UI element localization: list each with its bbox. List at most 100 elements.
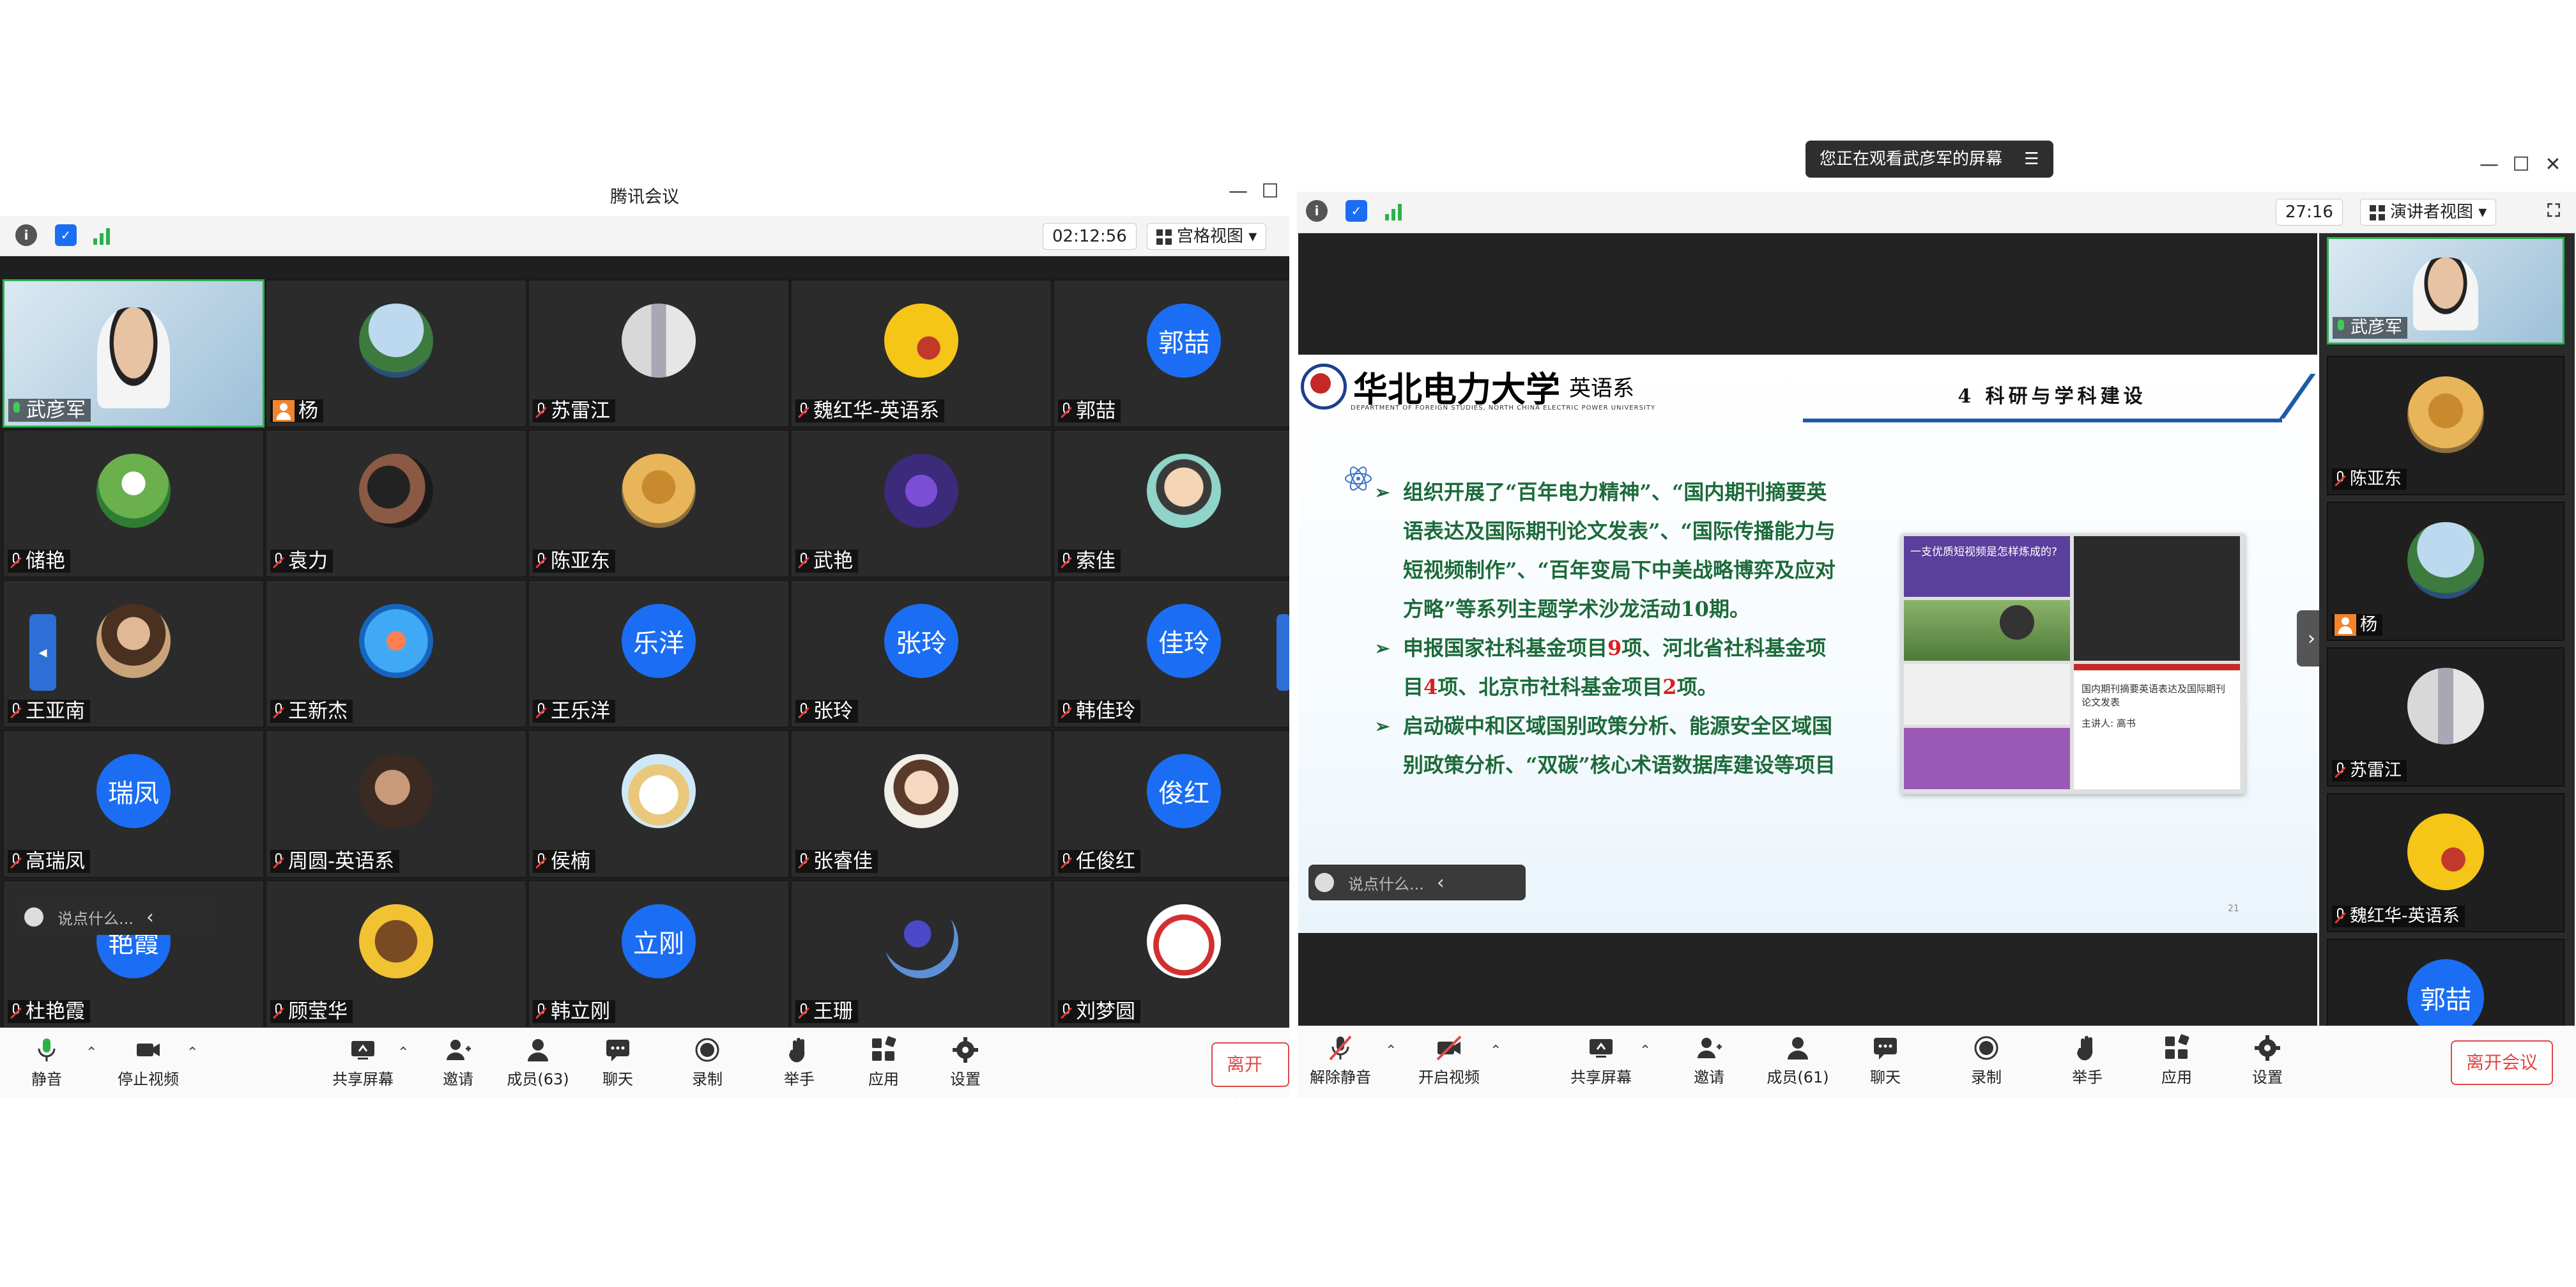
members-button[interactable]: 成员(63): [498, 1033, 578, 1089]
participant-tile[interactable]: 周圆-英语系: [265, 730, 527, 878]
invite-button[interactable]: 邀请: [423, 1033, 493, 1089]
settings-button[interactable]: 设置: [930, 1033, 1000, 1089]
participant-tile[interactable]: 苏雷江: [2327, 647, 2564, 787]
prev-page-button[interactable]: ◂: [29, 614, 56, 691]
microphone-muted-icon: [10, 1003, 22, 1020]
participant-tile[interactable]: 张睿佳: [790, 730, 1052, 878]
leave-meeting-button[interactable]: 离开会议: [2451, 1040, 2554, 1085]
button-label: 共享屏幕: [1570, 1068, 1632, 1086]
participant-name: 索佳: [1058, 550, 1121, 573]
participant-tile[interactable]: 王珊: [790, 880, 1052, 1028]
participant-tile[interactable]: 陈亚东: [2327, 356, 2564, 495]
participant-tile[interactable]: 袁力: [265, 429, 527, 578]
unmute-button[interactable]: 解除静音: [1301, 1031, 1380, 1087]
signal-icon[interactable]: [92, 224, 114, 246]
share-screen-button[interactable]: 共享屏幕: [1561, 1031, 1641, 1087]
participant-name: 高瑞凤: [8, 850, 90, 873]
start-video-button[interactable]: 开启视频: [1409, 1031, 1489, 1087]
close-icon[interactable]: ✕: [2540, 153, 2566, 176]
menu-icon[interactable]: ☰: [2024, 150, 2039, 169]
participant-name: 魏红华-英语系: [2332, 906, 2465, 927]
participant-tile[interactable]: 储艳: [3, 429, 264, 578]
chevron-up-icon[interactable]: ⌃: [1639, 1043, 1651, 1059]
window-title: 腾讯会议: [610, 187, 679, 207]
participant-tile[interactable]: 杨: [265, 279, 527, 428]
participant-tile[interactable]: 张玲 张玲: [790, 580, 1052, 728]
fullscreen-icon[interactable]: ⛶: [2543, 200, 2564, 222]
emoji-icon[interactable]: [24, 907, 43, 927]
chevron-left-icon[interactable]: ‹: [146, 906, 154, 929]
chevron-up-icon[interactable]: ⌃: [1385, 1043, 1397, 1059]
settings-button[interactable]: 设置: [2232, 1031, 2303, 1087]
apps-button[interactable]: 应用: [848, 1033, 919, 1089]
button-label: 邀请: [443, 1070, 473, 1088]
slide-bullet: 组织开展了“百年电力精神”、“国内期刊摘要英语表达及国际期刊论文发表”、“国际传…: [1375, 473, 1841, 629]
chevron-up-icon[interactable]: ⌃: [1490, 1043, 1501, 1059]
participant-tile[interactable]: 王新杰: [265, 580, 527, 728]
participant-tile[interactable]: 武艳: [790, 429, 1052, 578]
shield-icon[interactable]: ✓: [55, 224, 77, 246]
speaker-view-icon: [2370, 204, 2385, 220]
chat-button[interactable]: 聊天: [1850, 1031, 1920, 1087]
info-icon[interactable]: i: [1306, 200, 1328, 222]
raise-hand-button[interactable]: 举手: [764, 1033, 834, 1089]
participant-tile[interactable]: 乐洋 王乐洋: [528, 580, 790, 728]
participant-tile[interactable]: 刘梦圆: [1053, 880, 1289, 1028]
signal-icon[interactable]: [1384, 200, 1406, 222]
participant-tile[interactable]: 魏红华-英语系: [2327, 793, 2564, 932]
participant-tile[interactable]: 武彦军: [2327, 237, 2564, 344]
participant-tile[interactable]: 佳玲 韩佳玲: [1053, 580, 1289, 728]
chat-input[interactable]: 说点什么... ‹: [1308, 865, 1526, 900]
leave-meeting-button[interactable]: 离开会议: [1211, 1042, 1289, 1098]
participant-tile[interactable]: 侯楠: [528, 730, 790, 878]
stop-video-button[interactable]: 停止视频: [109, 1033, 188, 1089]
shield-icon[interactable]: ✓: [1346, 200, 1367, 222]
participant-tile[interactable]: 陈亚东: [528, 429, 790, 578]
participant-tile[interactable]: 武彦军: [3, 279, 264, 428]
chevron-up-icon[interactable]: ⌃: [86, 1045, 97, 1061]
microphone-muted-icon: [2334, 471, 2346, 488]
participant-tile[interactable]: 立刚 韩立刚: [528, 880, 790, 1028]
participant-name: 韩立刚: [533, 1000, 615, 1023]
view-mode-label: 宫格视图: [1177, 227, 1244, 246]
chevron-up-icon[interactable]: ⌃: [187, 1045, 198, 1061]
participant-tile[interactable]: 瑞凤 高瑞凤: [3, 730, 264, 878]
share-screen-button[interactable]: 共享屏幕: [323, 1033, 402, 1089]
members-button[interactable]: 成员(61): [1758, 1031, 1837, 1087]
camera-off-icon: [1436, 1035, 1462, 1061]
emoji-icon[interactable]: [1315, 873, 1334, 892]
invite-button[interactable]: 邀请: [1674, 1031, 1744, 1087]
maximize-icon[interactable]: ☐: [2508, 153, 2534, 176]
participant-tile[interactable]: 魏红华-英语系: [790, 279, 1052, 428]
minimize-icon[interactable]: —: [1225, 180, 1251, 203]
participant-tile[interactable]: 俊红 任俊红: [1053, 730, 1289, 878]
participant-tile[interactable]: 顾莹华: [265, 880, 527, 1028]
chevron-left-icon[interactable]: ‹: [1437, 872, 1445, 894]
participant-tile[interactable]: 郭喆 郭喆: [1053, 279, 1289, 428]
record-button[interactable]: 录制: [672, 1033, 742, 1089]
chat-input[interactable]: 说点什么... ‹: [18, 899, 217, 935]
chat-button[interactable]: 聊天: [583, 1033, 653, 1089]
record-button[interactable]: 录制: [1951, 1031, 2021, 1087]
minimize-icon[interactable]: —: [2476, 153, 2502, 176]
mute-button[interactable]: 静音: [12, 1033, 82, 1089]
participant-tile[interactable]: 苏雷江: [528, 279, 790, 428]
info-icon[interactable]: i: [15, 224, 37, 246]
participant-tile[interactable]: 杨: [2327, 502, 2564, 641]
button-label: 录制: [1971, 1068, 2002, 1086]
raise-hand-button[interactable]: 举手: [2052, 1031, 2122, 1087]
participant-tile[interactable]: 索佳: [1053, 429, 1289, 578]
top-toolbar: i ✓ 27:16 演讲者视图 ▾ ⛶: [1297, 192, 2576, 233]
view-mode-button[interactable]: 宫格视图 ▾: [1147, 223, 1267, 250]
maximize-icon[interactable]: ☐: [1257, 180, 1283, 203]
microphone-muted-icon: [1061, 553, 1072, 569]
apps-button[interactable]: 应用: [2142, 1031, 2212, 1087]
next-page-button[interactable]: [1276, 614, 1289, 691]
microphone-muted-icon: [1329, 1035, 1352, 1061]
view-mode-button[interactable]: 演讲者视图 ▾: [2360, 199, 2497, 226]
chevron-up-icon[interactable]: ⌃: [397, 1045, 409, 1061]
participant-name: 郭喆: [1058, 399, 1121, 422]
chat-icon: [606, 1040, 629, 1061]
presentation-slide: 华北电力大学 英语系 DEPARTMENT OF FOREIGN STUDIES,…: [1298, 355, 2317, 933]
screen-share-banner[interactable]: 您正在观看武彦军的屏幕 ☰: [1805, 141, 2053, 178]
